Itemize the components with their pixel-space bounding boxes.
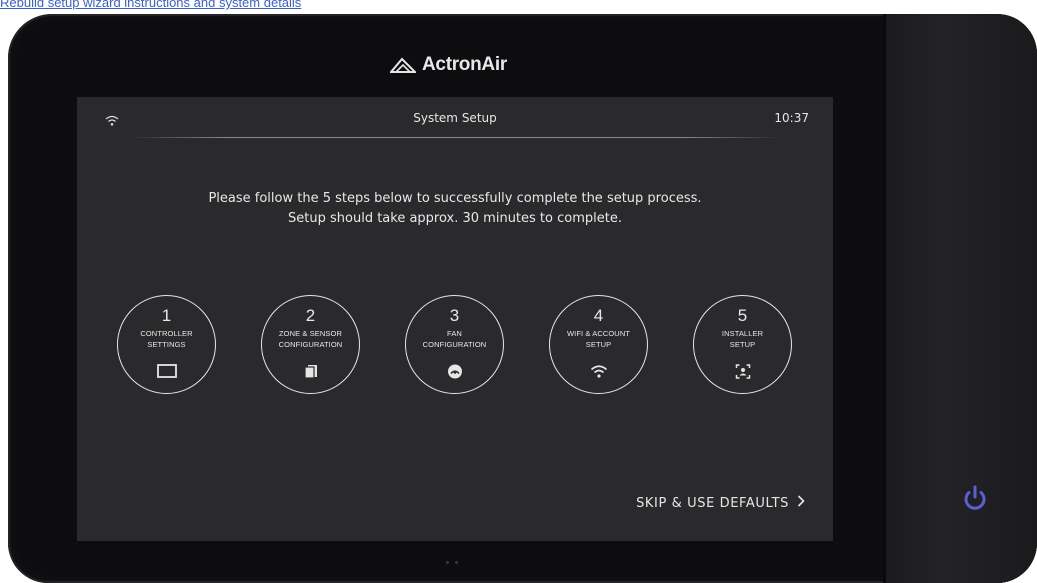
step-installer-setup-button[interactable]: 5 INSTALLER SETUP — [693, 295, 792, 394]
step-label: FAN CONFIGURATION — [406, 328, 503, 350]
screen-title: System Setup — [413, 111, 497, 125]
step-number: 4 — [593, 306, 604, 325]
step-controller-settings-button[interactable]: 1 CONTROLLER SETTINGS — [117, 295, 216, 394]
brand-logo: ActronAir — [390, 52, 507, 78]
brand-name: ActronAir — [422, 54, 507, 75]
power-icon — [964, 485, 986, 510]
power-button[interactable] — [945, 468, 1005, 528]
step-label-line-1: WIFI & ACCOUNT — [566, 329, 631, 338]
clock: 10:37 — [774, 111, 809, 125]
step-fan-configuration-button[interactable]: 3 FAN CONFIGURATION — [405, 295, 504, 394]
actronair-logo-icon — [390, 57, 416, 73]
step-label-line-2: SETTINGS — [147, 340, 186, 349]
bezel-sensor-dots — [446, 561, 458, 564]
step-label-line-2: SETUP — [585, 340, 612, 349]
step-wifi-account-setup-button[interactable]: 4 WIFI & ACCOUNT SETUP — [549, 295, 648, 394]
step-label-line-1: ZONE & SENSOR — [279, 329, 342, 338]
setup-steps: 1 CONTROLLER SETTINGS 2 ZONE & SENSOR CO… — [117, 295, 793, 395]
step-label: CONTROLLER SETTINGS — [118, 328, 215, 350]
step-label-line-2: CONFIGURATION — [278, 340, 343, 349]
controller-screen-icon — [156, 363, 177, 379]
fan-icon — [447, 363, 462, 379]
step-label: ZONE & SENSOR CONFIGURATION — [262, 328, 359, 350]
step-label-line-2: SETUP — [729, 340, 756, 349]
step-label-line-1: FAN — [447, 329, 462, 338]
step-number: 1 — [161, 306, 172, 325]
instructions-line-2: Setup should take approx. 30 minutes to … — [288, 211, 622, 226]
top-link[interactable]: Rebuild setup wizard instructions and sy… — [0, 0, 460, 10]
step-label-line-1: INSTALLER — [721, 329, 764, 338]
chevron-right-icon — [797, 495, 805, 511]
title-divider — [129, 137, 781, 138]
step-label: INSTALLER SETUP — [694, 328, 791, 350]
step-number: 2 — [305, 306, 316, 325]
skip-defaults-button[interactable]: SKIP & USE DEFAULTS — [636, 495, 805, 511]
step-number: 5 — [737, 306, 748, 325]
step-label: WIFI & ACCOUNT SETUP — [550, 328, 647, 350]
step-number: 3 — [449, 306, 460, 325]
wifi-icon — [590, 363, 608, 379]
installer-icon — [735, 363, 750, 379]
setup-instructions: Please follow the 5 steps below to succe… — [77, 189, 833, 229]
status-bar: System Setup 10:37 — [77, 97, 833, 139]
skip-label: SKIP & USE DEFAULTS — [636, 495, 789, 511]
step-zone-sensor-configuration-button[interactable]: 2 ZONE & SENSOR CONFIGURATION — [261, 295, 360, 394]
step-label-line-2: CONFIGURATION — [422, 340, 487, 349]
step-label-line-1: CONTROLLER — [140, 329, 193, 338]
bezel-divider — [883, 14, 886, 583]
sensor-icon — [303, 363, 318, 379]
instructions-line-1: Please follow the 5 steps below to succe… — [208, 191, 702, 206]
controller-screen: System Setup 10:37 Please follow the 5 s… — [77, 97, 833, 541]
